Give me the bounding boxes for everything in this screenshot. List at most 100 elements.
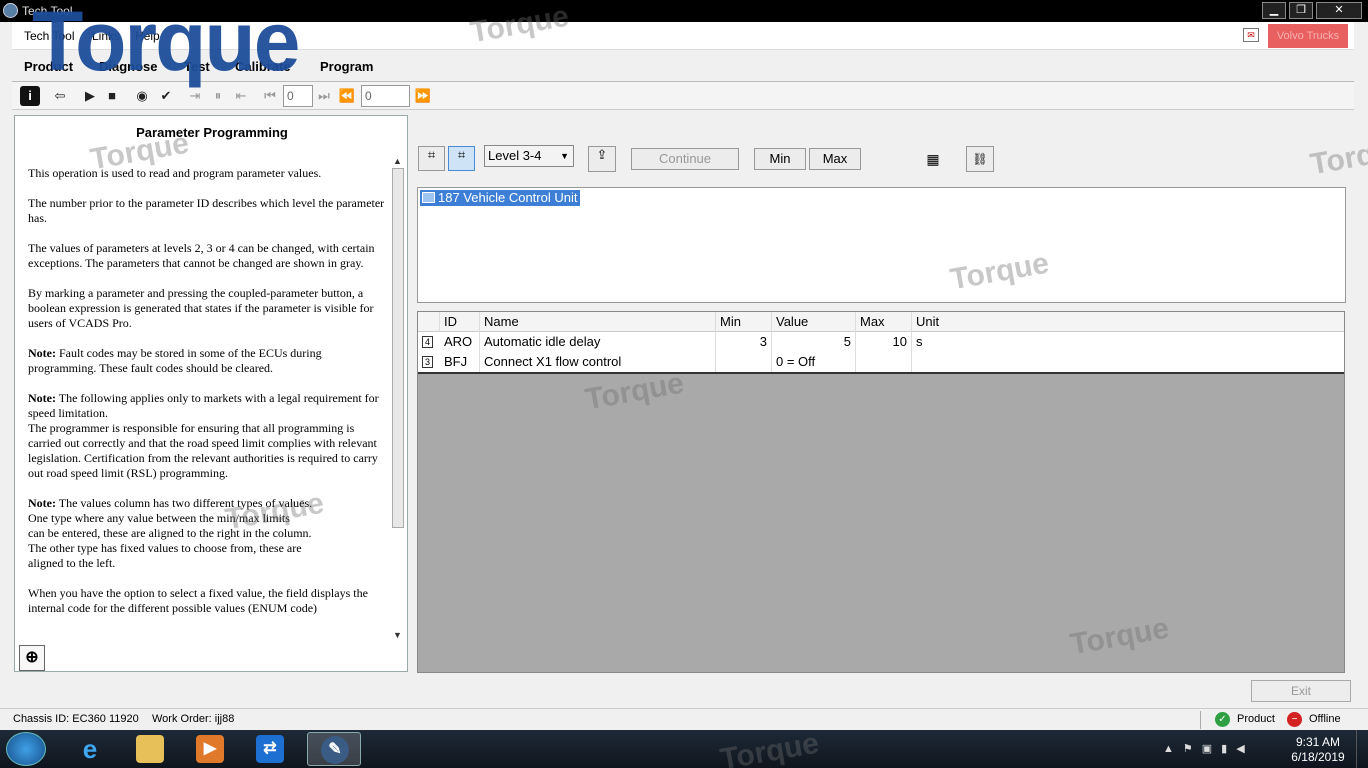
check-circle-icon: ✓ (1215, 712, 1230, 727)
clock-date[interactable]: 6/18/2019 (1288, 750, 1348, 764)
cell-unit (912, 352, 1344, 372)
header-value[interactable]: Value (772, 312, 856, 332)
chain-link-icon[interactable]: ⛓ (966, 146, 994, 172)
tab-test[interactable]: Test (184, 59, 210, 74)
cell-value[interactable]: 5 (772, 332, 856, 352)
network-view-icon[interactable]: ⌗ (448, 146, 475, 171)
connection-status: Offline (1309, 713, 1341, 725)
level-badge: 4 (422, 336, 433, 348)
step-end-icon[interactable]: ⇤ (231, 86, 251, 106)
min-button[interactable]: Min (754, 148, 806, 170)
close-button[interactable]: ✕ (1316, 2, 1362, 19)
help-scrollbar[interactable]: ▲ ▼ (390, 154, 406, 642)
tab-product[interactable]: Product (24, 59, 73, 74)
folder-icon (136, 735, 164, 763)
continue-button[interactable]: Continue (631, 148, 739, 170)
menu-tech-tool[interactable]: Tech Tool (24, 29, 74, 43)
minimize-button[interactable]: ▁ (1262, 2, 1286, 19)
upload-icon[interactable]: ⇪ (588, 146, 616, 172)
cell-id: ARO (440, 332, 480, 352)
header-name[interactable]: Name (480, 312, 716, 332)
step-icon[interactable]: ⇥ (185, 86, 205, 106)
maximize-button[interactable]: ❐ (1289, 2, 1313, 19)
help-text: This operation is used to read and progr… (28, 166, 388, 648)
window-title: Tech Tool (22, 4, 73, 18)
exit-button[interactable]: Exit (1251, 680, 1351, 702)
help-paragraph: Note: The following applies only to mark… (28, 391, 388, 481)
step-field-1[interactable]: 0 (283, 85, 313, 107)
cell-id: BFJ (440, 352, 480, 372)
info-icon[interactable]: i (20, 86, 40, 106)
ecu-item-vehicle-control-unit[interactable]: 187 Vehicle Control Unit (420, 190, 581, 206)
eye-icon[interactable]: ◉ (132, 86, 152, 106)
tech-tool-icon: ✎ (321, 736, 349, 764)
scroll-up-icon[interactable]: ▲ (393, 156, 402, 166)
pause-step-icon[interactable]: ⏸ (208, 86, 228, 106)
zoom-in-icon[interactable]: ⊕ (19, 645, 45, 671)
cell-min (716, 352, 772, 372)
header-max[interactable]: Max (856, 312, 912, 332)
last-icon[interactable]: ⏭ (314, 86, 334, 106)
taskbar-internet-explorer[interactable]: e (63, 732, 117, 766)
note-text: One type where any value between the min… (28, 511, 290, 525)
main-window: Tech Tool Links Help ✉ Volvo Trucks Prod… (0, 22, 1368, 730)
status-bar: Chassis ID: EC360 11920 Work Order: ijj8… (0, 708, 1368, 730)
header-id[interactable]: ID (440, 312, 480, 332)
playback-toolbar: i ⇦ ▶ ■ ◉ ✔ ⇥ ⏸ ⇤ ⏮ 0 ⏭ ⏪ 0 ⏩ (12, 82, 1354, 110)
cell-value[interactable]: 0 = Off (772, 352, 856, 372)
play-icon[interactable]: ▶ (80, 86, 100, 106)
media-player-icon: ▶ (196, 735, 224, 763)
calculator-icon[interactable]: ▦ (925, 151, 941, 167)
menu-links[interactable]: Links (92, 29, 120, 43)
note-label: Note: (28, 346, 56, 360)
taskbar-file-explorer[interactable] (123, 732, 177, 766)
product-status: Product (1237, 713, 1275, 725)
tree-view-icon[interactable]: ⌗ (418, 146, 445, 171)
scroll-thumb[interactable] (392, 168, 404, 528)
tech-tool-app-icon (3, 3, 18, 18)
help-pane: Parameter Programming This operation is … (14, 115, 408, 672)
menu-help[interactable]: Help (135, 29, 160, 43)
stop-icon[interactable]: ■ (102, 86, 122, 106)
tab-calibrate[interactable]: Calibrate (235, 59, 291, 74)
scroll-down-icon[interactable]: ▼ (393, 630, 402, 640)
back-arrow-icon[interactable]: ⇦ (50, 86, 70, 106)
table-row[interactable]: 3 BFJ Connect X1 flow control 0 = Off (418, 352, 1344, 372)
check-icon[interactable]: ✔ (156, 86, 176, 106)
ecu-tree: 187 Vehicle Control Unit (417, 187, 1346, 303)
ecu-label: 187 Vehicle Control Unit (438, 190, 578, 205)
fast-forward-icon[interactable]: ⏩ (413, 86, 433, 106)
tab-program[interactable]: Program (320, 59, 373, 74)
header-unit[interactable]: Unit (912, 312, 1344, 332)
cell-max: 10 (856, 332, 912, 352)
help-paragraph: This operation is used to read and progr… (28, 166, 322, 180)
menu-bar: Tech Tool Links Help ✉ Volvo Trucks (12, 22, 1354, 50)
help-paragraph: The values of parameters at levels 2, 3 … (28, 241, 375, 270)
start-button[interactable] (6, 732, 46, 766)
note-text: The programmer is responsible for ensuri… (28, 421, 378, 480)
taskbar-media-player[interactable]: ▶ (183, 732, 237, 766)
note-text: aligned to the left. (28, 556, 116, 570)
help-title: Parameter Programming (136, 125, 288, 140)
note-text: The following applies only to markets wi… (28, 391, 379, 420)
clock-time[interactable]: 9:31 AM (1294, 735, 1342, 749)
show-desktop-button[interactable] (1356, 730, 1368, 768)
rewind-icon[interactable]: ⏪ (337, 86, 357, 106)
parameter-table: ID Name Min Value Max Unit 4 ARO Automat… (418, 312, 1344, 374)
header-min[interactable]: Min (716, 312, 772, 332)
max-button[interactable]: Max (809, 148, 861, 170)
table-row[interactable]: 4 ARO Automatic idle delay 3 5 10 s (418, 332, 1344, 352)
tab-diagnose[interactable]: Diagnose (99, 59, 158, 74)
taskbar: e ▶ ⇄ ✎ ▲⚑▣▮◀ 9:31 AM 6/18/2019 (0, 730, 1368, 768)
system-tray-icons[interactable]: ▲⚑▣▮◀ (1163, 742, 1254, 755)
level-select[interactable]: Level 3-4 ▼ (484, 145, 574, 167)
help-paragraph: Note: Fault codes may be stored in some … (28, 346, 388, 376)
note-text: The values column has two different type… (55, 496, 313, 510)
first-icon[interactable]: ⏮ (260, 86, 280, 106)
step-field-2[interactable]: 0 (361, 85, 410, 107)
taskbar-teamviewer[interactable]: ⇄ (243, 732, 297, 766)
message-alert-icon[interactable]: ✉ (1243, 28, 1259, 42)
taskbar-tech-tool[interactable]: ✎ (307, 732, 361, 766)
cell-max (856, 352, 912, 372)
level-badge: 3 (422, 356, 433, 368)
